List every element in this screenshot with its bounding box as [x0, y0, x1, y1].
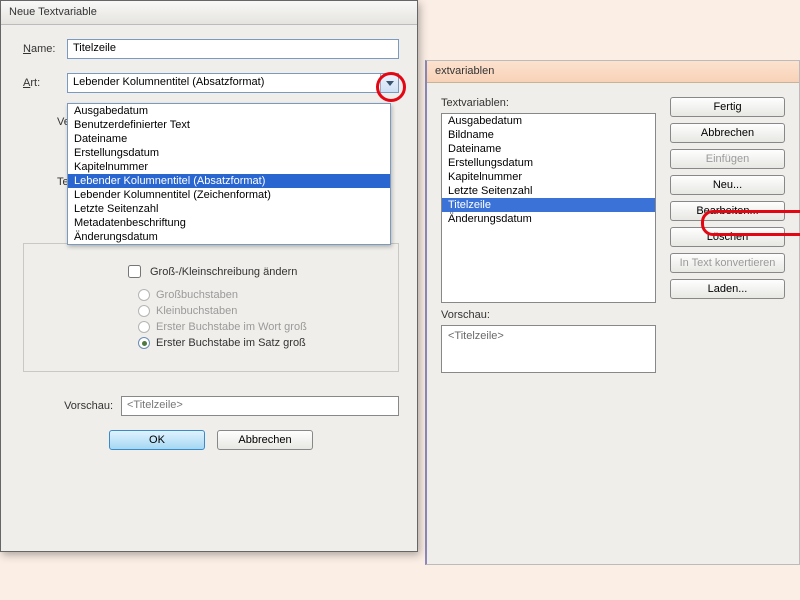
radio-icon — [138, 289, 150, 301]
dropdown-option[interactable]: Kapitelnummer — [68, 160, 390, 174]
radio-uppercase[interactable]: Großbuchstaben — [138, 289, 380, 301]
dropdown-option[interactable]: Letzte Seitenzahl — [68, 202, 390, 216]
list-item[interactable]: Erstellungsdatum — [442, 156, 655, 170]
radio-icon — [138, 337, 150, 349]
list-item[interactable]: Dateiname — [442, 142, 655, 156]
dropdown-option[interactable]: Dateiname — [68, 132, 390, 146]
change-case-check-input[interactable] — [128, 265, 141, 278]
case-options-group: Groß-/Kleinschreibung ändern Großbuchsta… — [23, 243, 399, 372]
back-button-column: Fertig Abbrechen Einfügen Neu... Bearbei… — [670, 97, 785, 303]
name-label: Name: — [23, 43, 67, 55]
radio-lowercase[interactable]: Kleinbuchstaben — [138, 305, 380, 317]
back-dialog-title: extvariablen — [427, 61, 799, 83]
art-label: Art: — [23, 77, 67, 89]
radio-icon — [138, 305, 150, 317]
list-item[interactable]: Letzte Seitenzahl — [442, 184, 655, 198]
chevron-down-icon — [386, 81, 394, 86]
art-value: Lebender Kolumnentitel (Absatzformat) — [67, 73, 399, 93]
convert-button[interactable]: In Text konvertieren — [670, 253, 785, 273]
list-item[interactable]: Titelzeile — [442, 198, 655, 212]
text-variables-dialog: extvariablen Textvariablen: Ausgabedatum… — [425, 60, 800, 565]
done-button[interactable]: Fertig — [670, 97, 785, 117]
dropdown-option[interactable]: Erstellungsdatum — [68, 146, 390, 160]
new-text-variable-dialog: Neue Textvariable Name: Titelzeile Art: … — [0, 0, 418, 552]
list-item[interactable]: Ausgabedatum — [442, 114, 655, 128]
name-input[interactable]: Titelzeile — [67, 39, 399, 59]
dialog-title: Neue Textvariable — [1, 1, 417, 25]
dropdown-option[interactable]: Lebender Kolumnentitel (Zeichenformat) — [68, 188, 390, 202]
back-preview-value: <Titelzeile> — [441, 325, 656, 373]
new-button[interactable]: Neu... — [670, 175, 785, 195]
dropdown-option[interactable]: Metadatenbeschriftung — [68, 216, 390, 230]
radio-word-case[interactable]: Erster Buchstabe im Wort groß — [138, 321, 380, 333]
delete-button[interactable]: Löschen — [670, 227, 785, 247]
dialog-preview-value: <Titelzeile> — [121, 396, 399, 416]
load-button[interactable]: Laden... — [670, 279, 785, 299]
radio-sentence-case[interactable]: Erster Buchstabe im Satz groß — [138, 337, 380, 349]
textvariablen-label: Textvariablen: — [441, 97, 656, 109]
dialog-cancel-button[interactable]: Abbrechen — [217, 430, 313, 450]
dialog-preview-label: Vorschau: — [23, 400, 113, 412]
dropdown-option[interactable]: Änderungsdatum — [68, 230, 390, 244]
list-item[interactable]: Bildname — [442, 128, 655, 142]
list-item[interactable]: Änderungsdatum — [442, 212, 655, 226]
change-case-checkbox[interactable]: Groß-/Kleinschreibung ändern — [124, 262, 380, 281]
textvariablen-list[interactable]: AusgabedatumBildnameDateinameErstellungs… — [441, 113, 656, 303]
edit-button[interactable]: Bearbeiten... — [670, 201, 785, 221]
back-preview-label: Vorschau: — [441, 309, 785, 321]
ok-button[interactable]: OK — [109, 430, 205, 450]
dropdown-option[interactable]: Ausgabedatum — [68, 104, 390, 118]
art-combobox[interactable]: Lebender Kolumnentitel (Absatzformat) — [67, 73, 399, 93]
dropdown-option[interactable]: Benutzerdefinierter Text — [68, 118, 390, 132]
dropdown-option[interactable]: Lebender Kolumnentitel (Absatzformat) — [68, 174, 390, 188]
cancel-button[interactable]: Abbrechen — [670, 123, 785, 143]
radio-icon — [138, 321, 150, 333]
dropdown-toggle-button[interactable] — [380, 74, 398, 92]
art-dropdown-list[interactable]: AusgabedatumBenutzerdefinierter TextDate… — [67, 103, 391, 245]
insert-button[interactable]: Einfügen — [670, 149, 785, 169]
list-item[interactable]: Kapitelnummer — [442, 170, 655, 184]
